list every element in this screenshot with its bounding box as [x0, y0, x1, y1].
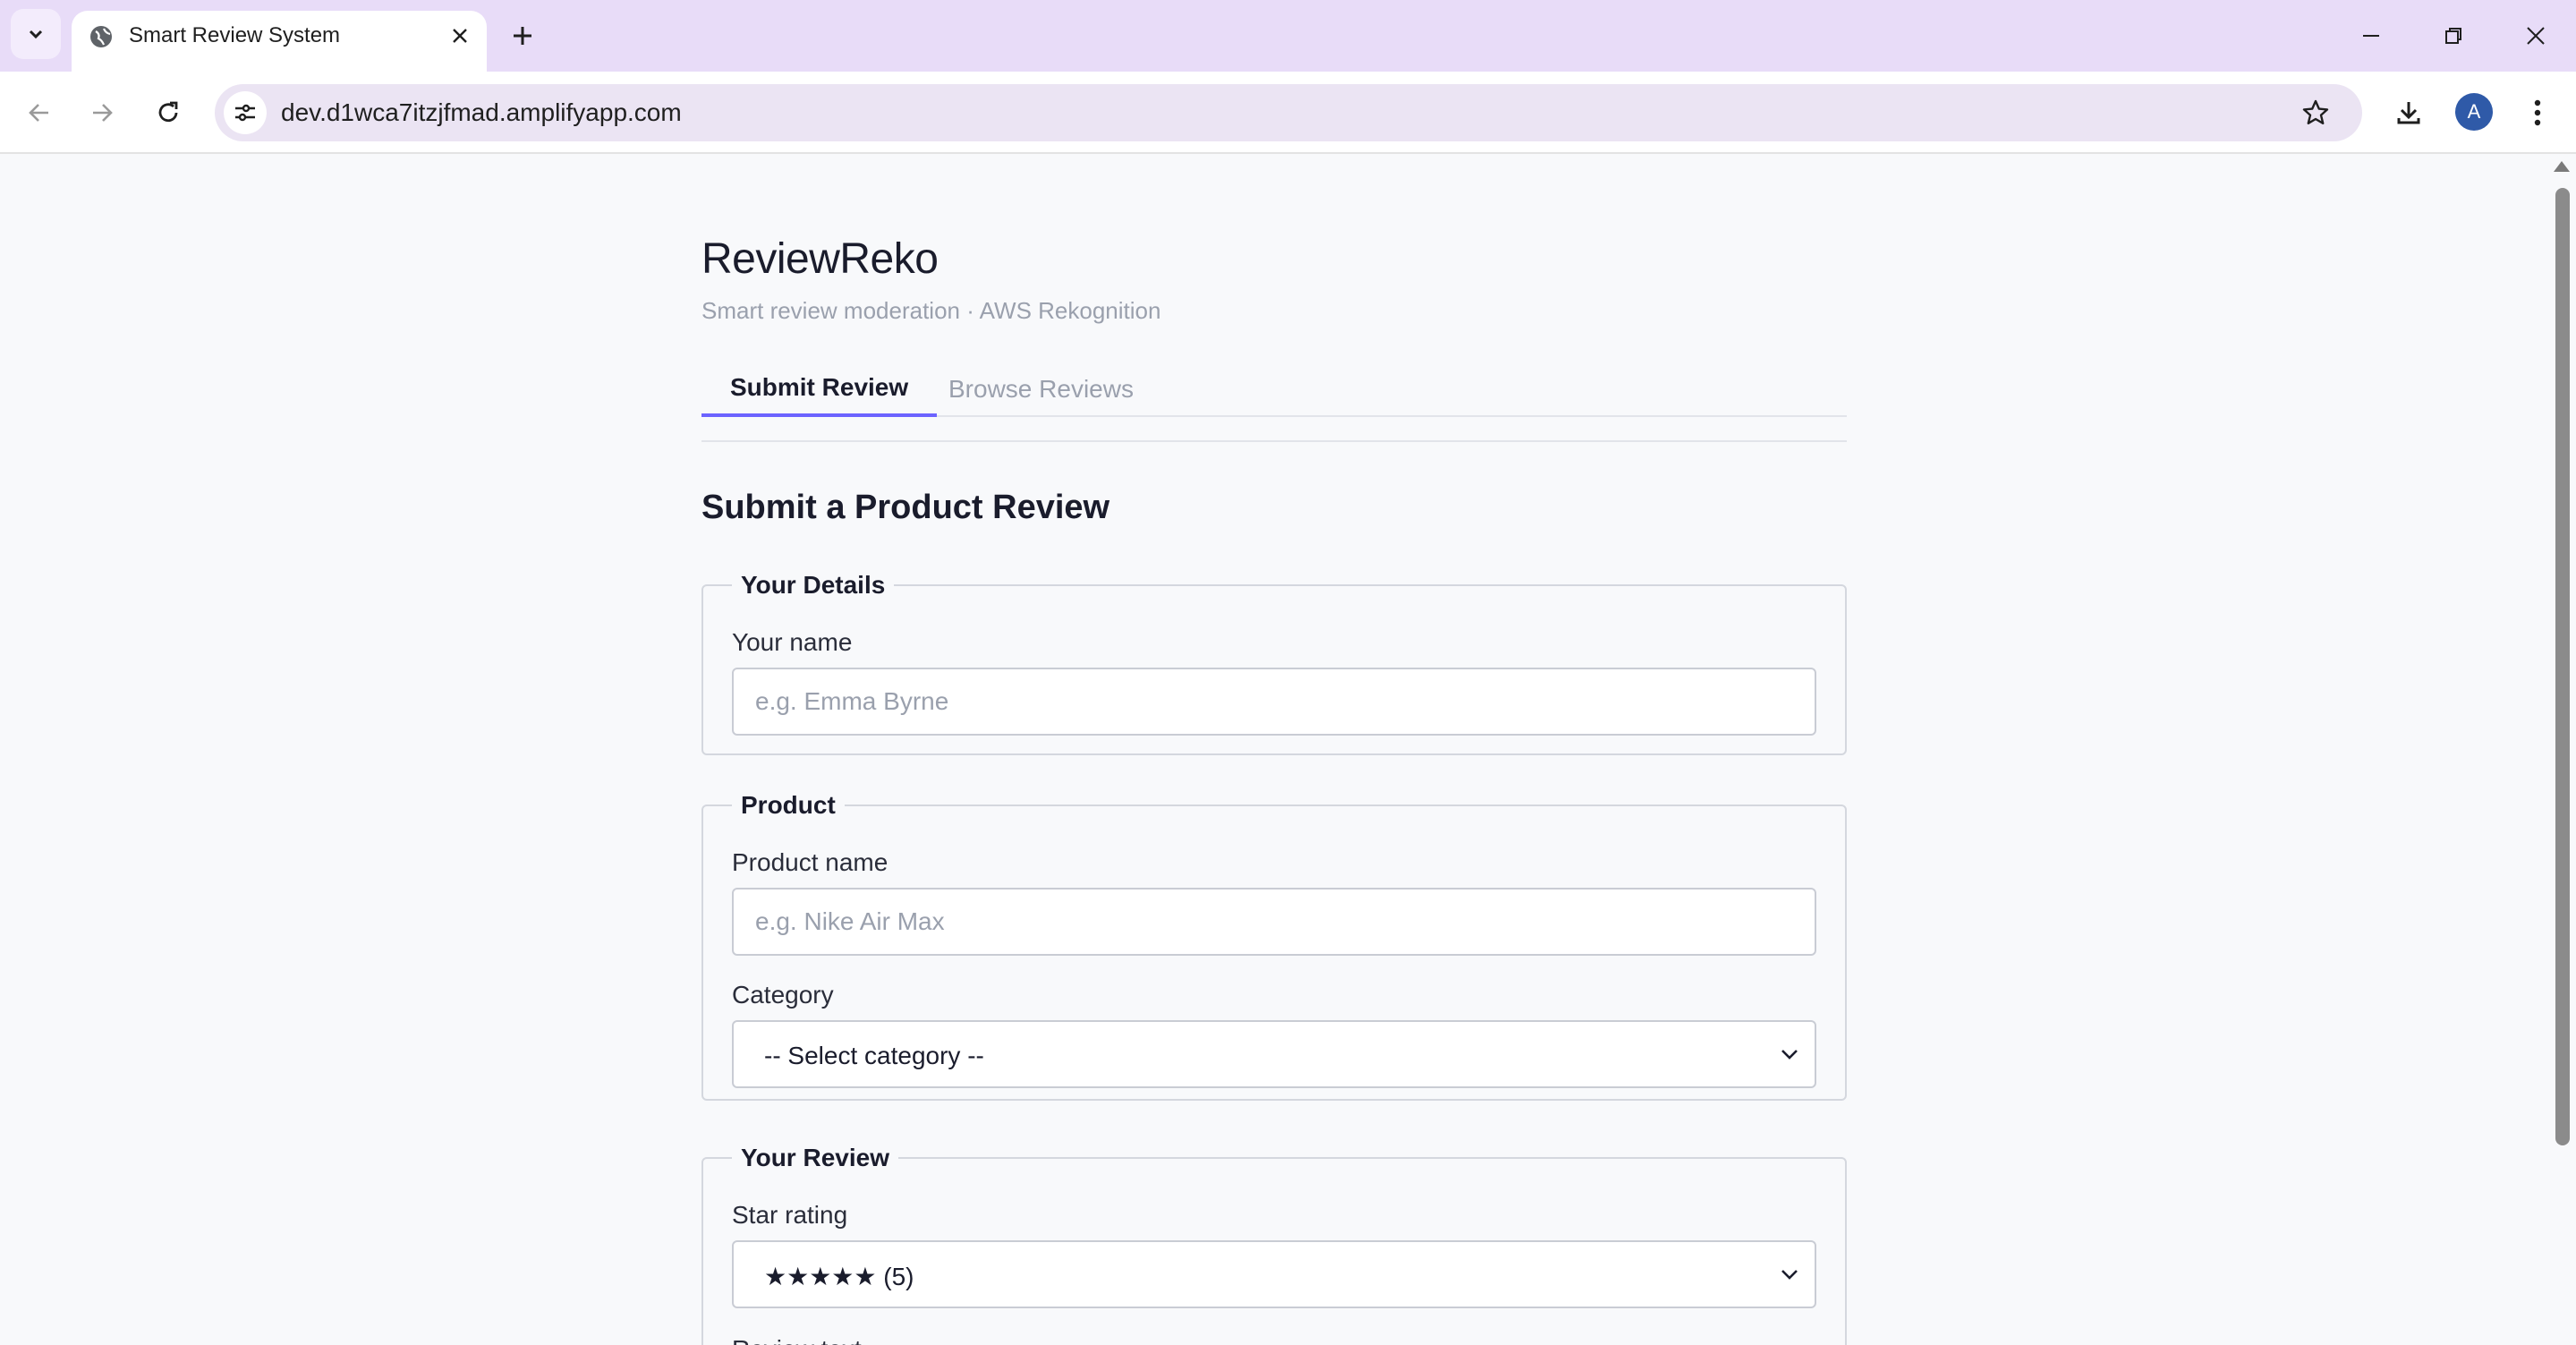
minimize-icon — [2363, 35, 2379, 37]
category-select[interactable]: -- Select category -- — [732, 1020, 1816, 1088]
bookmark-button[interactable] — [2294, 91, 2337, 134]
reload-button[interactable] — [145, 89, 191, 136]
site-info-button[interactable] — [224, 91, 267, 134]
rating-select[interactable]: ★★★★★ (5) — [732, 1240, 1816, 1308]
chevron-down-icon — [1777, 1042, 1802, 1067]
scroll-up-arrow[interactable] — [2554, 161, 2570, 172]
chevron-down-icon — [1777, 1262, 1802, 1287]
star-icon — [2302, 99, 2329, 124]
profile-avatar[interactable]: A — [2455, 93, 2493, 131]
more-vertical-icon — [2534, 99, 2541, 126]
product-fieldset: Product Product name Category -- Select … — [701, 791, 1847, 1101]
address-bar[interactable]: dev.d1wca7itzjfmad.amplifyapp.com — [215, 84, 2362, 141]
review-fieldset: Your Review Star rating ★★★★★ (5) Review… — [701, 1144, 1847, 1345]
plus-icon — [514, 27, 531, 45]
tab-search-button[interactable] — [11, 9, 61, 59]
arrow-left-icon — [29, 104, 48, 122]
rating-selected-value: ★★★★★ (5) — [764, 1263, 914, 1290]
tune-icon — [235, 104, 255, 122]
tab-title: Smart Review System — [129, 23, 341, 47]
back-button[interactable] — [16, 89, 63, 136]
restore-icon — [2445, 28, 2461, 44]
downloads-button[interactable] — [2385, 89, 2432, 136]
restore-button[interactable] — [2428, 11, 2478, 61]
details-fieldset: Your Details Your name — [701, 571, 1847, 755]
name-label: Your name — [732, 628, 853, 656]
product-legend: Product — [741, 791, 836, 819]
chevron-down-icon — [29, 30, 43, 39]
reload-icon — [158, 101, 178, 123]
tab-browse-reviews[interactable]: Browse Reviews — [936, 362, 1160, 417]
app-brand: ReviewReko — [701, 235, 939, 283]
arrow-right-icon — [93, 104, 113, 122]
divider — [701, 440, 1847, 442]
app-subtitle: Smart review moderation · AWS Rekognitio… — [701, 297, 1161, 324]
close-tab-button[interactable] — [442, 18, 478, 54]
globe-icon — [90, 26, 112, 47]
download-icon — [2397, 102, 2420, 124]
review-text-label: Review text — [732, 1335, 862, 1345]
category-label: Category — [732, 981, 834, 1009]
scrollbar-thumb[interactable] — [2555, 188, 2570, 1145]
browser-tab[interactable]: Smart Review System — [72, 11, 487, 72]
browser-tab-bar: Smart Review System — [0, 0, 2576, 72]
close-window-button[interactable] — [2511, 11, 2561, 61]
minimize-button[interactable] — [2346, 11, 2396, 61]
product-name-input[interactable] — [732, 888, 1816, 956]
close-icon — [453, 29, 467, 43]
tab-submit-review[interactable]: Submit Review — [701, 362, 938, 417]
chrome-menu-button[interactable] — [2514, 89, 2561, 136]
browser-toolbar: dev.d1wca7itzjfmad.amplifyapp.com A — [0, 72, 2576, 154]
new-tab-button[interactable] — [505, 14, 540, 57]
rating-label: Star rating — [732, 1201, 848, 1229]
category-selected-value: -- Select category -- — [764, 1042, 984, 1069]
main-tabs: Submit Review Browse Reviews — [701, 362, 1847, 417]
page-title: Submit a Product Review — [701, 489, 1110, 526]
url-text[interactable]: dev.d1wca7itzjfmad.amplifyapp.com — [281, 98, 682, 127]
review-legend: Your Review — [741, 1144, 889, 1171]
close-icon — [2527, 27, 2545, 45]
details-legend: Your Details — [741, 571, 886, 599]
name-input[interactable] — [732, 668, 1816, 736]
forward-button[interactable] — [79, 89, 125, 136]
product-name-label: Product name — [732, 848, 888, 876]
